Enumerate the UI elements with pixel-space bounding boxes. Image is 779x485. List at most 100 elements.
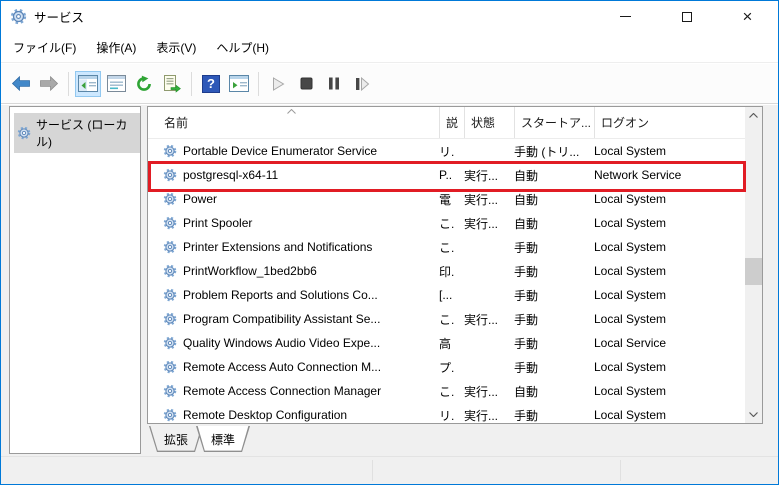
back-button[interactable]: [8, 71, 34, 97]
table-row[interactable]: PrintWorkflow_1bed2bb6 印. 手動 Local Syste…: [148, 259, 743, 283]
service-startup-cell: 手動: [514, 288, 539, 303]
table-row[interactable]: postgresql-x64-11 P.. 実行... 自動 Network S…: [148, 163, 743, 187]
service-logon-cell: Local System: [594, 216, 667, 230]
refresh-icon: [137, 75, 151, 91]
service-name: Remote Access Auto Connection M...: [183, 360, 382, 374]
service-logon-cell: Local System: [594, 264, 667, 278]
help-icon: ?: [202, 74, 220, 93]
forward-icon: [40, 76, 59, 91]
console-tree-icon: [78, 75, 98, 92]
service-status-cell: 実行...: [464, 168, 499, 183]
column-header-startup-type[interactable]: スタートア...: [514, 107, 594, 138]
service-name-cell: Program Compatibility Assistant Se...: [148, 312, 439, 326]
export-list-icon: [164, 74, 181, 93]
menu-help[interactable]: ヘルプ(H): [206, 34, 279, 61]
show-hide-action-pane-button[interactable]: [226, 71, 252, 97]
services-gear-icon: [10, 8, 27, 25]
service-name-cell: Remote Desktop Configuration: [148, 408, 439, 422]
list-header: 名前 説 状態 スタートア... ログオン: [148, 107, 745, 139]
table-row[interactable]: Portable Device Enumerator Service リ. 手動…: [148, 139, 743, 163]
maximize-button[interactable]: [656, 1, 717, 32]
table-row[interactable]: Remote Access Auto Connection M... プ. 手動…: [148, 355, 743, 379]
service-description-cell: こ.: [439, 240, 455, 255]
show-hide-console-tree-button[interactable]: [75, 70, 101, 97]
service-description-cell: 高: [439, 336, 452, 351]
close-icon: ×: [742, 7, 753, 26]
service-description-cell: リ.: [439, 408, 455, 423]
service-logon-cell: Local System: [594, 384, 667, 398]
service-gear-icon: [163, 288, 177, 302]
service-description-cell: [...: [439, 288, 453, 302]
column-header-logon[interactable]: ログオン: [594, 107, 745, 138]
service-status-cell: 実行...: [464, 408, 499, 423]
service-startup-cell: 自動: [514, 168, 539, 183]
service-gear-icon: [163, 216, 177, 230]
minimize-icon: [620, 16, 631, 17]
service-startup-cell: 手動: [514, 360, 539, 375]
service-status-cell: 実行...: [464, 312, 499, 327]
tab-extended[interactable]: 拡張: [149, 426, 203, 452]
toolbar-separator: [68, 71, 69, 96]
table-row[interactable]: Print Spooler こ. 実行... 自動 Local System: [148, 211, 743, 235]
service-logon-cell: Local System: [594, 240, 667, 254]
chevron-down-icon: [749, 412, 758, 417]
service-name-cell: Print Spooler: [148, 216, 439, 230]
service-startup-cell: 自動: [514, 384, 539, 399]
service-status-cell: 実行...: [464, 192, 499, 207]
service-startup-cell: 手動 (トリ...: [514, 144, 580, 159]
service-logon-cell: Local System: [594, 144, 667, 158]
service-gear-icon: [163, 144, 177, 158]
service-name-cell: Problem Reports and Solutions Co...: [148, 288, 439, 302]
export-list-button[interactable]: [159, 71, 185, 97]
service-description-cell: プ.: [439, 360, 455, 375]
service-startup-cell: 手動: [514, 336, 539, 351]
menu-file[interactable]: ファイル(F): [3, 34, 86, 61]
scroll-down-button[interactable]: [745, 406, 762, 423]
service-startup-cell: 自動: [514, 192, 539, 207]
column-header-name[interactable]: 名前: [148, 107, 439, 138]
service-name: Portable Device Enumerator Service: [183, 144, 378, 158]
sidebar-item-services-local[interactable]: サービス (ローカル): [14, 113, 140, 153]
service-name: Problem Reports and Solutions Co...: [183, 288, 378, 302]
table-row[interactable]: Remote Access Connection Manager こ. 実行..…: [148, 379, 743, 403]
properties-button[interactable]: [103, 71, 129, 97]
table-row[interactable]: Problem Reports and Solutions Co... [...…: [148, 283, 743, 307]
table-row[interactable]: Printer Extensions and Notifications こ. …: [148, 235, 743, 259]
service-name-cell: Printer Extensions and Notifications: [148, 240, 439, 254]
pause-service-button[interactable]: [321, 71, 347, 97]
table-row[interactable]: Remote Desktop Configuration リ. 実行... 手動…: [148, 403, 743, 427]
service-name: Quality Windows Audio Video Expe...: [183, 336, 381, 350]
service-list-body: Portable Device Enumerator Service リ. 手動…: [148, 139, 743, 427]
service-gear-icon: [163, 192, 177, 206]
action-pane-icon: [229, 75, 249, 92]
restart-service-button[interactable]: [349, 71, 375, 97]
title-bar: サービス ×: [1, 1, 778, 32]
start-service-button[interactable]: [265, 71, 291, 97]
column-header-status[interactable]: 状態: [464, 107, 514, 138]
stop-service-button[interactable]: [293, 71, 319, 97]
service-gear-icon: [163, 336, 177, 350]
help-button[interactable]: ?: [198, 71, 224, 97]
vertical-scrollbar[interactable]: [745, 107, 762, 423]
tab-standard[interactable]: 標準: [196, 426, 250, 452]
status-bar-divider: [372, 460, 373, 481]
service-gear-icon: [163, 384, 177, 398]
close-button[interactable]: ×: [717, 1, 778, 32]
menu-action[interactable]: 操作(A): [86, 34, 146, 61]
menu-view[interactable]: 表示(V): [146, 34, 206, 61]
service-status-cell: 実行...: [464, 216, 499, 231]
column-header-description[interactable]: 説: [439, 107, 464, 138]
forward-button[interactable]: [36, 71, 62, 97]
sort-asc-icon: [287, 109, 296, 114]
services-window: サービス × ファイル(F) 操作(A) 表示(V) ヘルプ(H) ? サービス…: [0, 0, 779, 485]
service-logon-cell: Network Service: [594, 168, 682, 182]
restart-service-icon: [355, 76, 369, 91]
minimize-button[interactable]: [595, 1, 656, 32]
table-row[interactable]: Program Compatibility Assistant Se... こ.…: [148, 307, 743, 331]
scroll-up-button[interactable]: [745, 107, 762, 124]
table-row[interactable]: Quality Windows Audio Video Expe... 高 手動…: [148, 331, 743, 355]
scrollbar-thumb[interactable]: [745, 258, 762, 285]
refresh-button[interactable]: [131, 71, 157, 97]
table-row[interactable]: Power 電 実行... 自動 Local System: [148, 187, 743, 211]
menu-bar: ファイル(F) 操作(A) 表示(V) ヘルプ(H): [1, 32, 778, 63]
